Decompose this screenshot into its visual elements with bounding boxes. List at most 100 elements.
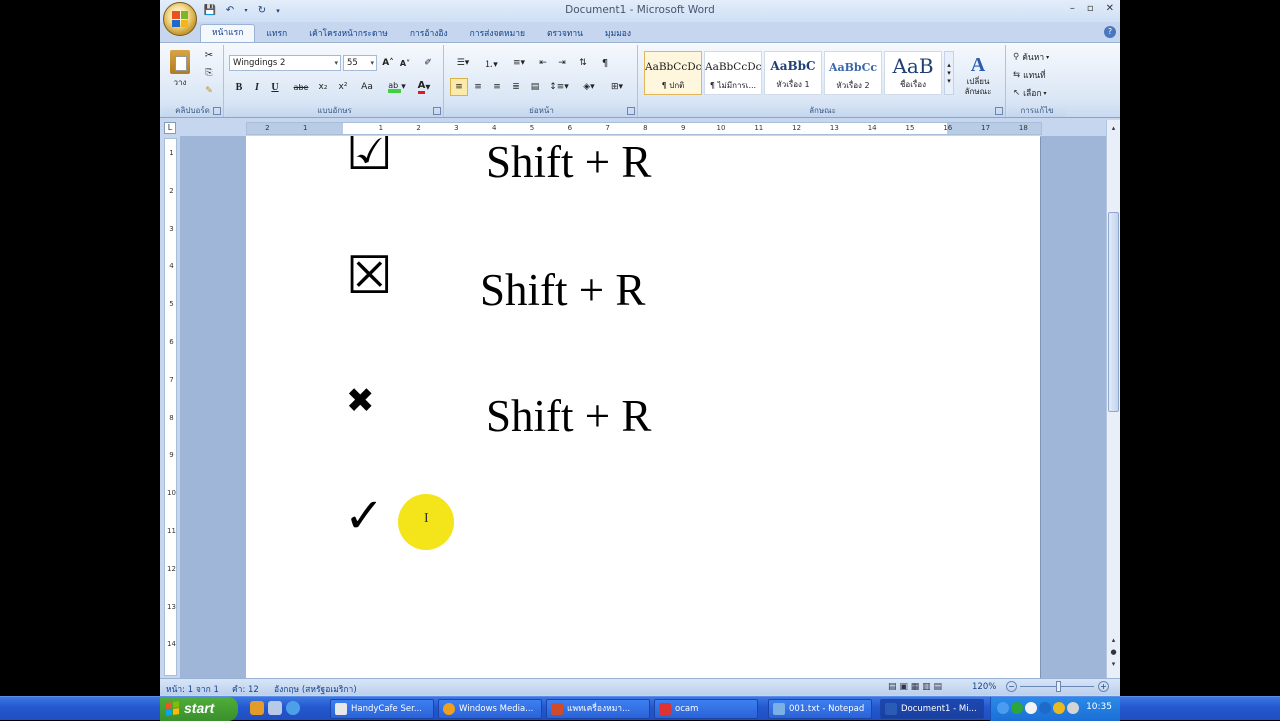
network-icon[interactable] <box>1011 702 1023 714</box>
taskbar-item-word[interactable]: Document1 - Mi... <box>880 699 984 719</box>
help-icon[interactable]: ? <box>1104 26 1116 38</box>
bold-button[interactable]: B <box>231 78 247 96</box>
maximize-button[interactable]: ▫ <box>1087 3 1094 14</box>
dialog-launcher-icon[interactable] <box>627 107 635 115</box>
font-name-field[interactable]: Wingdings 2 ▾ <box>229 55 341 71</box>
style-normal[interactable]: AaBbCcDc ¶ ปกติ <box>644 51 702 95</box>
tab-page-layout[interactable]: เค้าโครงหน้ากระดาษ <box>298 26 399 43</box>
word-count[interactable]: คำ: 12 <box>232 682 259 696</box>
multilevel-list-icon[interactable]: ≡▾ <box>506 54 532 72</box>
zoom-out-icon: − <box>1006 681 1017 692</box>
scroll-up-icon[interactable]: ▴ <box>1108 636 1119 647</box>
format-painter-icon[interactable]: ✎ <box>200 83 218 99</box>
clear-formatting-icon[interactable]: ✐ <box>419 54 437 72</box>
ruler-number: 11 <box>754 124 764 132</box>
page-count[interactable]: หน้า: 1 จาก 1 <box>166 682 219 696</box>
tray-arrow-icon[interactable] <box>997 702 1009 714</box>
align-right-icon[interactable]: ≡ <box>488 78 506 96</box>
align-left-icon[interactable]: ≡ <box>450 78 468 96</box>
clock[interactable]: 10:35 <box>1086 702 1112 712</box>
tab-review[interactable]: ตรวจทาน <box>536 26 594 43</box>
dialog-launcher-icon[interactable] <box>213 107 221 115</box>
strikethrough-button[interactable]: abe <box>290 78 312 96</box>
borders-icon[interactable]: ⊞▾ <box>604 78 630 96</box>
sort-icon[interactable]: ⇅ <box>574 54 592 72</box>
horizontal-ruler[interactable]: 2 1 1 2 3 4 5 6 7 8 9 10 11 12 13 14 15 16 17 18 <box>246 122 1042 135</box>
superscript-button[interactable]: x² <box>334 78 352 96</box>
scroll-down-icon[interactable]: ▾ <box>1108 660 1119 671</box>
ruler-number: 17 <box>981 124 991 132</box>
taskbar-item-windows-media[interactable]: Windows Media... <box>438 699 542 719</box>
vertical-ruler[interactable]: 123456789101112131415 <box>164 138 177 676</box>
find-button[interactable]: ⚲ ค้นหา ▾ <box>1012 48 1064 66</box>
browse-object-icon[interactable]: ● <box>1108 648 1119 659</box>
style-heading-2[interactable]: AaBbCc หัวเรื่อง 2 <box>824 51 882 95</box>
show-desktop-icon[interactable] <box>268 701 282 715</box>
styles-group: AaBbCcDc ¶ ปกติ AaBbCcDc ¶ ไม่มีการเ... Aa… <box>640 45 1006 117</box>
italic-button[interactable]: I <box>249 78 265 96</box>
office-button[interactable] <box>163 2 197 36</box>
tray-app-icon[interactable] <box>1067 702 1079 714</box>
view-buttons[interactable]: ▤ ▣ ▦ ▥ ▤ <box>888 682 942 692</box>
tray-app-icon[interactable] <box>1053 702 1065 714</box>
change-styles-icon: A <box>970 53 986 76</box>
tab-selector-button[interactable]: L <box>164 122 176 134</box>
change-case-button[interactable]: Aa <box>356 78 378 96</box>
tab-references[interactable]: การอ้างอิง <box>399 26 459 43</box>
scroll-thumb[interactable] <box>1108 212 1119 412</box>
tray-app-icon[interactable] <box>1025 702 1037 714</box>
shading-icon[interactable]: ◈▾ <box>576 78 602 96</box>
dialog-launcher-icon[interactable] <box>995 107 1003 115</box>
show-formatting-icon[interactable]: ¶ <box>596 54 614 72</box>
browser-icon[interactable] <box>286 701 300 715</box>
underline-button[interactable]: U <box>267 78 283 96</box>
scroll-up-icon[interactable]: ▴ <box>1108 124 1119 135</box>
style-no-spacing[interactable]: AaBbCcDc ¶ ไม่มีการเ... <box>704 51 762 95</box>
cut-icon[interactable]: ✂ <box>200 47 218 63</box>
vertical-scrollbar[interactable]: ▴ ▴ ● ▾ <box>1106 120 1120 678</box>
zoom-level[interactable]: 120% <box>972 682 996 692</box>
tab-insert[interactable]: แทรก <box>255 26 298 43</box>
taskbar-item-thai[interactable]: แพทเครื่องหมา... <box>546 699 650 719</box>
tab-home[interactable]: หน้าแรก <box>200 24 256 43</box>
highlight-color-button[interactable]: ab ▾ <box>384 78 410 96</box>
taskbar-item-ocam[interactable]: ocam <box>654 699 758 719</box>
tray-app-icon[interactable] <box>1039 702 1051 714</box>
justify-icon[interactable]: ≣ <box>507 78 525 96</box>
line-spacing-icon[interactable]: ↕≡▾ <box>546 78 572 96</box>
quicklaunch-icon[interactable] <box>250 701 264 715</box>
zoom-slider[interactable]: − + <box>1006 681 1110 693</box>
paste-button[interactable]: วาง <box>166 47 194 91</box>
change-styles-button[interactable]: A เปลี่ยนลักษณะ <box>958 49 998 101</box>
minimize-button[interactable]: – <box>1070 3 1075 14</box>
tab-view[interactable]: มุมมอง <box>594 26 642 43</box>
shrink-font-button[interactable]: A˅ <box>397 54 413 72</box>
tab-mailings[interactable]: การส่งจดหมาย <box>459 26 536 43</box>
align-center-icon[interactable]: ≡ <box>469 78 487 96</box>
close-button[interactable]: ✕ <box>1106 3 1114 14</box>
grow-font-button[interactable]: A˄ <box>380 54 396 72</box>
checked-box-icon: ☑ <box>346 136 393 182</box>
language-indicator[interactable]: อังกฤษ (สหรัฐอเมริกา) <box>274 682 357 696</box>
taskbar-item-notepad[interactable]: 001.txt - Notepad <box>768 699 872 719</box>
bullets-icon[interactable]: ☰▾ <box>450 54 476 72</box>
increase-indent-icon[interactable]: ⇥ <box>553 54 571 72</box>
style-title[interactable]: AaB ชื่อเรื่อง <box>884 51 942 95</box>
font-size-field[interactable]: 55 ▾ <box>343 55 377 71</box>
subscript-button[interactable]: x₂ <box>314 78 332 96</box>
numbering-icon[interactable]: ⒈▾ <box>478 54 504 72</box>
select-button[interactable]: ↖ เลือก ▾ <box>1012 84 1064 102</box>
replace-button[interactable]: ⇆ แทนที่ <box>1012 66 1064 84</box>
start-button[interactable]: start <box>160 697 238 721</box>
decrease-indent-icon[interactable]: ⇤ <box>534 54 552 72</box>
styles-scroll[interactable]: ▴ ▾ ▾ <box>944 51 954 95</box>
font-color-button[interactable]: A ▾ <box>412 78 436 96</box>
style-heading-1[interactable]: AaBbC หัวเรื่อง 1 <box>764 51 822 95</box>
dialog-launcher-icon[interactable] <box>433 107 441 115</box>
ruler-number: 14 <box>867 124 877 132</box>
taskbar: start HandyCafe Ser... Windows Media... … <box>0 696 1280 721</box>
copy-icon[interactable]: ⎘ <box>200 65 218 81</box>
document-page[interactable]: ☑ Shift + R ☒ Shift + R ✖ Shift + R ✓ I <box>246 136 1040 678</box>
taskbar-item-handycafe[interactable]: HandyCafe Ser... <box>330 699 434 719</box>
distributed-icon[interactable]: ▤ <box>526 78 544 96</box>
